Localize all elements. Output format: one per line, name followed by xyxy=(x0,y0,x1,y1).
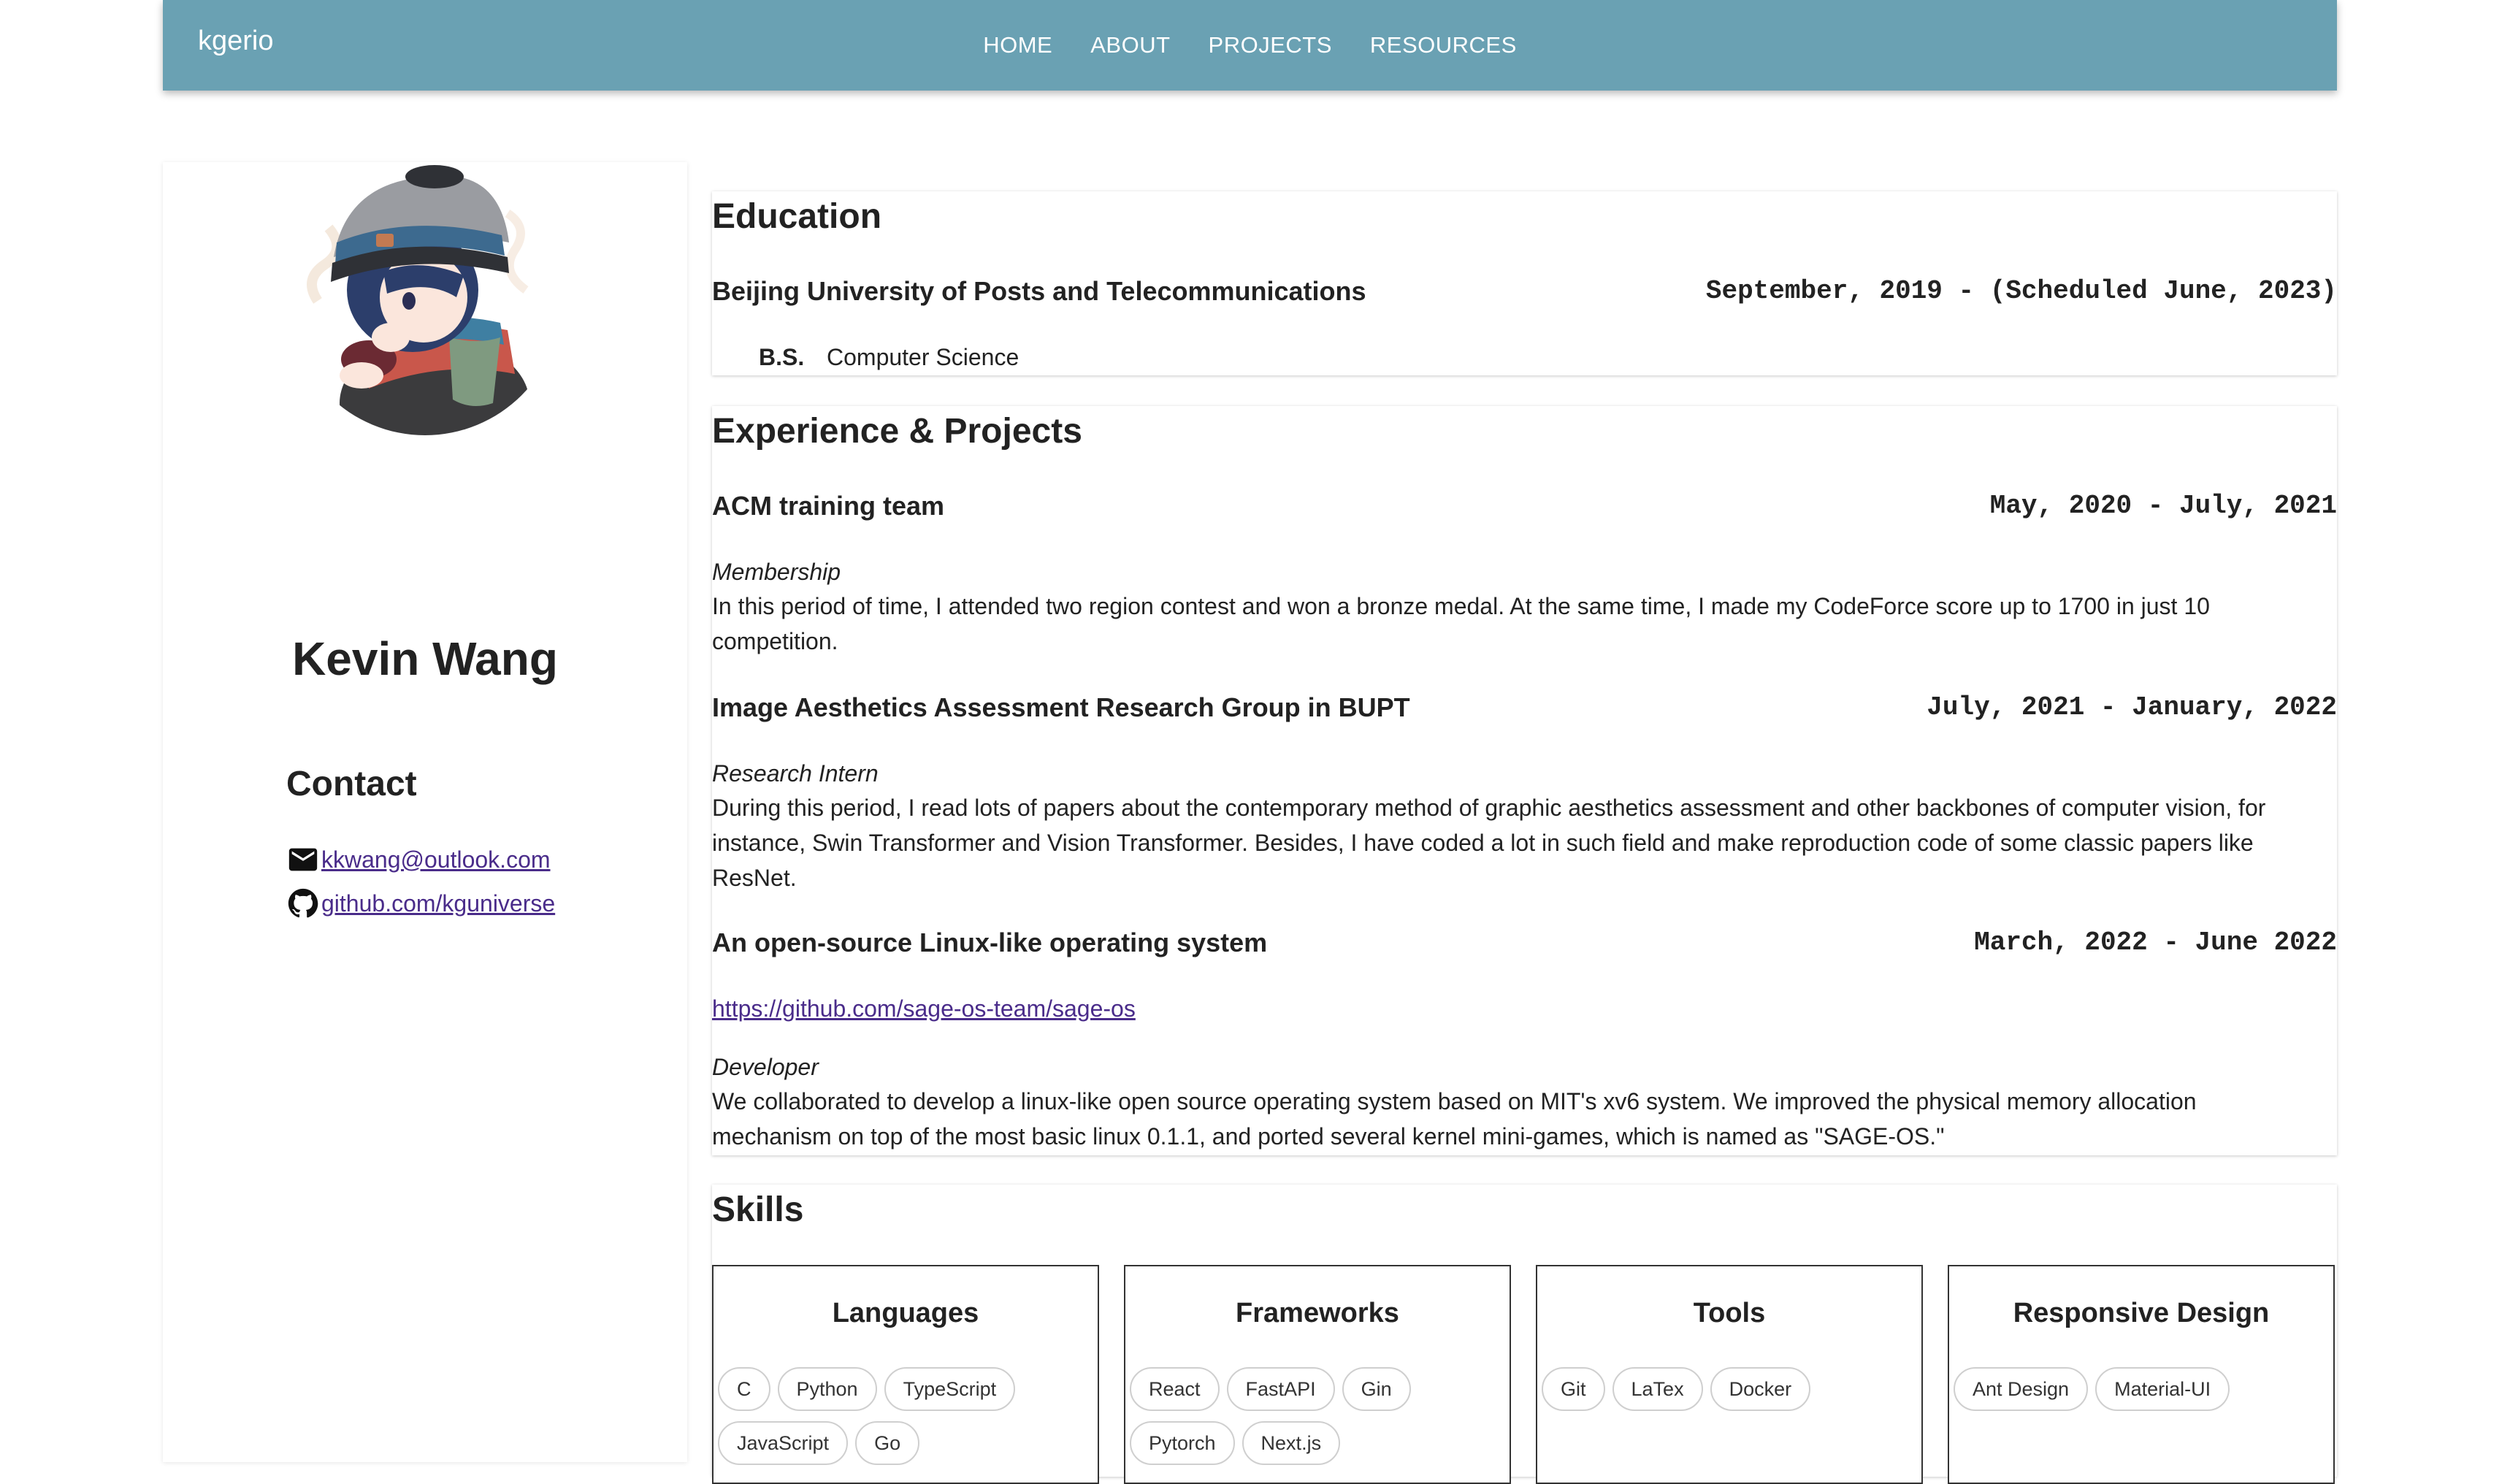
skill-chip-ant-design[interactable]: Ant Design xyxy=(1954,1367,2089,1411)
contact-heading: Contact xyxy=(286,765,417,803)
skill-group-responsive-design: Responsive Design Ant Design Material-UI xyxy=(1948,1265,2335,1484)
nav-link-resources[interactable]: RESOURCES xyxy=(1370,31,1517,60)
skill-chip-fastapi[interactable]: FastAPI xyxy=(1226,1367,1335,1411)
skill-chip-c[interactable]: C xyxy=(718,1367,770,1411)
education-heading: Education xyxy=(712,197,882,236)
experience-title-research: Image Aesthetics Assessment Research Gro… xyxy=(712,692,1410,722)
skill-group-languages: Languages C Python TypeScript JavaScript… xyxy=(712,1265,1099,1484)
email-link[interactable]: kkwang@outlook.com xyxy=(321,844,551,876)
skill-chip-react[interactable]: React xyxy=(1130,1367,1220,1411)
skill-chip-git[interactable]: Git xyxy=(1542,1367,1605,1411)
skill-chips: Ant Design Material-UI xyxy=(1954,1367,2329,1411)
experience-section: Experience & Projects ACM training team … xyxy=(712,406,2337,1155)
skill-group-frameworks: Frameworks React FastAPI Gin Pytorch Nex… xyxy=(1124,1265,1511,1484)
skill-chip-docker[interactable]: Docker xyxy=(1710,1367,1811,1411)
skills-section: Skills Languages C Python TypeScript Jav… xyxy=(712,1185,2337,1484)
mail-icon xyxy=(288,848,318,871)
skill-chip-pytorch[interactable]: Pytorch xyxy=(1130,1421,1235,1465)
avatar xyxy=(288,162,562,435)
skills-heading: Skills xyxy=(712,1190,804,1229)
experience-title-sage-os: An open-source Linux-like operating syst… xyxy=(712,928,1268,957)
skill-chip-typescript[interactable]: TypeScript xyxy=(884,1367,1016,1411)
experience-dates-acm: May, 2020 - July, 2021 xyxy=(1989,491,2337,521)
skill-group-title: Languages xyxy=(832,1298,979,1328)
github-link[interactable]: github.com/kguniverse xyxy=(321,887,555,919)
top-navbar: kgerio HOME ABOUT PROJECTS RESOURCES xyxy=(163,0,2337,91)
skill-group-tools: Tools Git LaTex Docker xyxy=(1536,1265,1923,1484)
github-icon xyxy=(288,888,318,918)
sage-os-repo-link[interactable]: https://github.com/sage-os-team/sage-os xyxy=(712,993,1136,1024)
experience-title-acm: ACM training team xyxy=(712,491,945,521)
experience-dates-sage-os: March, 2022 - June 2022 xyxy=(1974,928,2337,957)
skill-chip-latex[interactable]: LaTex xyxy=(1612,1367,1703,1411)
contact-github-row: github.com/kguniverse xyxy=(286,887,555,920)
experience-description-sage-os: We collaborated to develop a linux-like … xyxy=(712,1088,2197,1150)
experience-dates-research: July, 2021 - January, 2022 xyxy=(1927,692,2337,722)
experience-description-acm: In this period of time, I attended two r… xyxy=(712,593,2210,654)
education-dates: September, 2019 - (Scheduled June, 2023) xyxy=(1705,276,2337,306)
skill-chip-gin[interactable]: Gin xyxy=(1342,1367,1411,1411)
education-section: Education Beijing University of Posts an… xyxy=(712,191,2337,375)
skill-chips: Git LaTex Docker xyxy=(1542,1367,1917,1411)
skill-chips: React FastAPI Gin Pytorch Next.js xyxy=(1130,1367,1505,1465)
nav-link-about[interactable]: ABOUT xyxy=(1090,31,1170,60)
skill-group-title: Frameworks xyxy=(1236,1298,1399,1328)
skill-chip-go[interactable]: Go xyxy=(855,1421,920,1465)
nav-link-home[interactable]: HOME xyxy=(983,31,1052,60)
experience-description-research: During this period, I read lots of paper… xyxy=(712,795,2266,891)
skill-chip-material-ui[interactable]: Material-UI xyxy=(2095,1367,2230,1411)
skill-chip-nextjs[interactable]: Next.js xyxy=(1242,1421,1341,1465)
nav-link-projects[interactable]: PROJECTS xyxy=(1209,31,1332,60)
skill-chip-javascript[interactable]: JavaScript xyxy=(718,1421,849,1465)
skill-chip-python[interactable]: Python xyxy=(777,1367,877,1411)
experience-role-acm: Membership xyxy=(712,559,841,585)
school-name: Beijing University of Posts and Telecomm… xyxy=(712,276,1366,306)
nav-links: HOME ABOUT PROJECTS RESOURCES xyxy=(163,31,2337,60)
skill-chips: C Python TypeScript JavaScript Go xyxy=(718,1367,1093,1465)
experience-heading: Experience & Projects xyxy=(712,412,1082,451)
profile-name: Kevin Wang xyxy=(292,632,558,685)
skill-group-title: Responsive Design xyxy=(2013,1298,2270,1328)
experience-role-sage-os: Developer xyxy=(712,1054,819,1080)
profile-sidebar: Kevin Wang Contact kkwang@outlook.com gi… xyxy=(163,162,687,1462)
skill-group-title: Tools xyxy=(1693,1298,1766,1328)
degree-label: B.S. xyxy=(759,344,805,370)
experience-role-research: Research Intern xyxy=(712,760,879,787)
contact-email-row: kkwang@outlook.com xyxy=(286,843,551,876)
major-label: Computer Science xyxy=(827,344,1019,370)
